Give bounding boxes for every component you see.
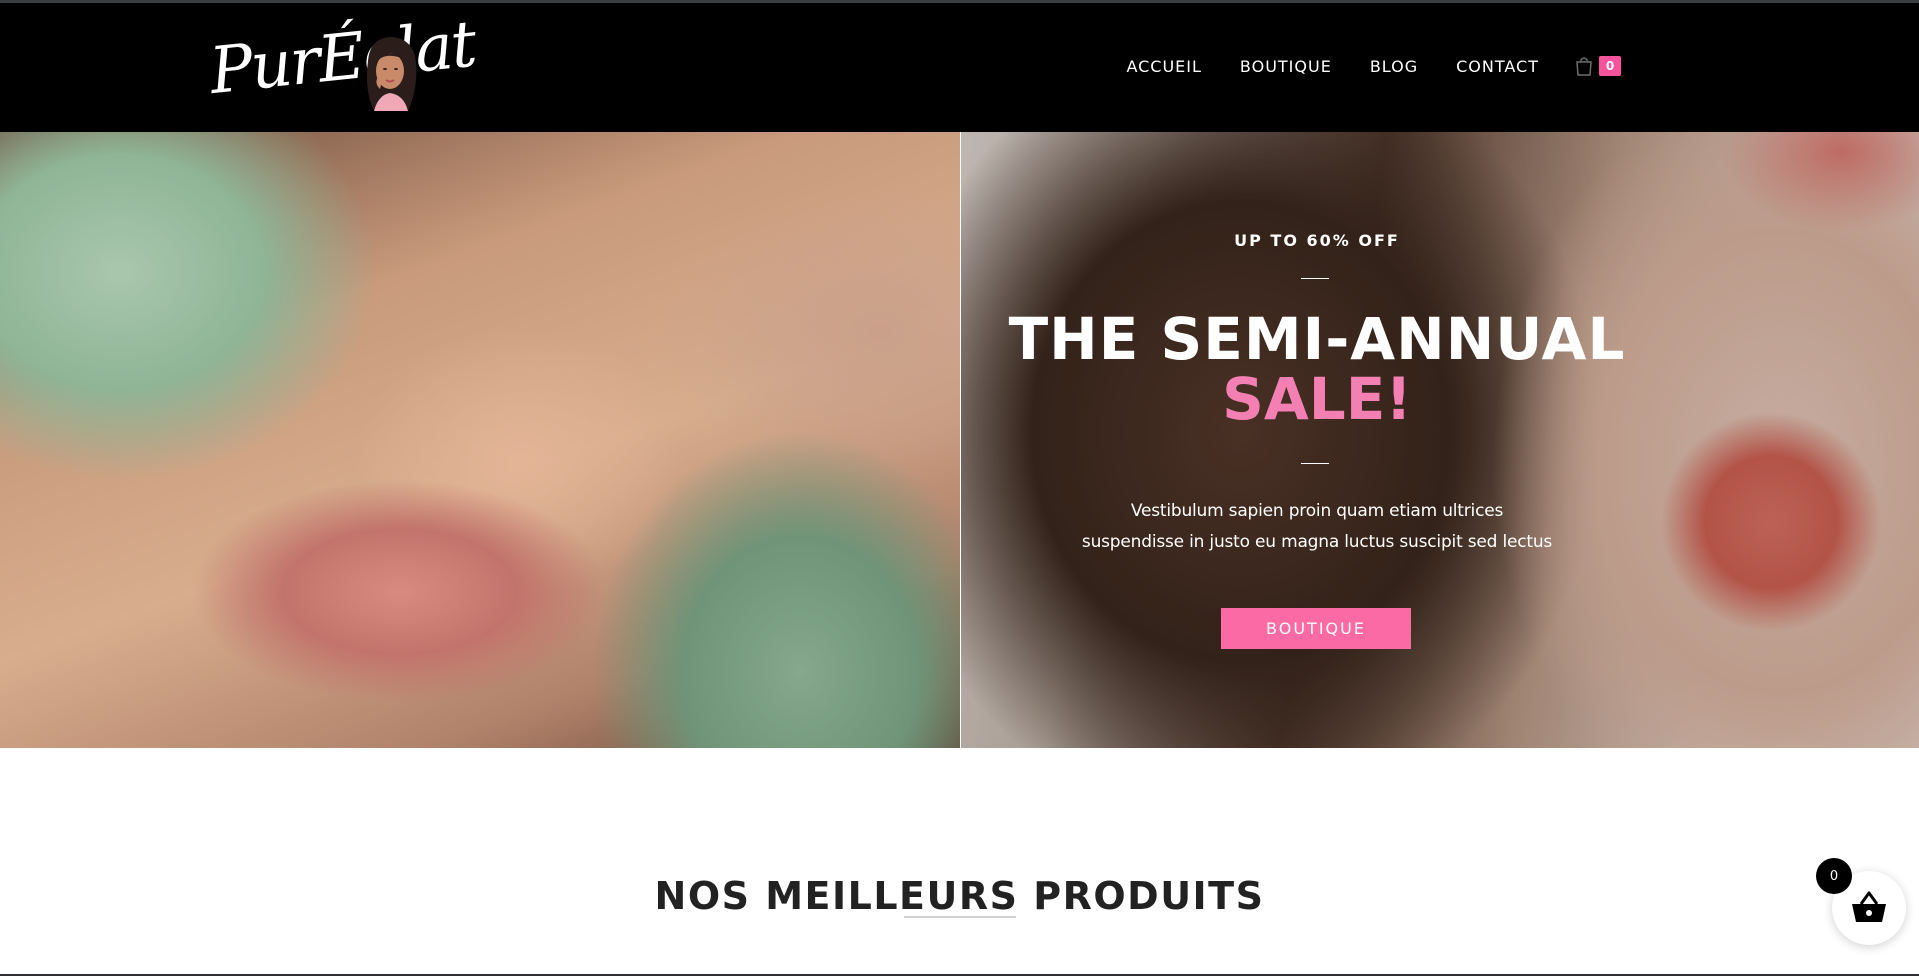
hero-description-line2: suspendisse in justo eu magna luctus sus… xyxy=(1081,532,1553,552)
hero-boutique-button[interactable]: BOUTIQUE xyxy=(1221,608,1411,649)
logo-wordmark: PurÉclat xyxy=(206,7,479,110)
hero-banner: UP TO 60% OFF THE SEMI-ANNUAL SALE! Vest… xyxy=(0,132,1919,748)
hero-description-line1: Vestibulum sapien proin quam etiam ultri… xyxy=(1130,501,1504,521)
nav-contact[interactable]: CONTACT xyxy=(1456,57,1539,76)
nav-boutique[interactable]: BOUTIQUE xyxy=(1240,57,1332,76)
hero-description: Vestibulum sapien proin quam etiam ultri… xyxy=(961,496,1673,558)
section-title-rule xyxy=(904,916,1016,918)
nav-blog[interactable]: BLOG xyxy=(1370,57,1418,76)
floating-cart-count: 0 xyxy=(1816,858,1852,894)
hero-title-line1: THE SEMI-ANNUAL xyxy=(1008,305,1626,373)
hero-divider-top xyxy=(1301,278,1329,279)
cart-count-badge: 0 xyxy=(1599,56,1621,76)
shopping-bag-icon xyxy=(1576,57,1592,76)
basket-icon xyxy=(1852,891,1886,922)
hero-title-line2: SALE! xyxy=(1222,365,1412,433)
hero-divider-bottom xyxy=(1301,463,1329,464)
header-cart-button[interactable]: 0 xyxy=(1575,53,1625,79)
hero-content: UP TO 60% OFF THE SEMI-ANNUAL SALE! Vest… xyxy=(961,132,1673,748)
nav-accueil[interactable]: ACCUEIL xyxy=(1126,57,1201,76)
brand-logo[interactable]: PurÉclat xyxy=(206,8,478,123)
site-header: PurÉclat ACCUEIL BOUTIQUE BLOG CONTACT 0 xyxy=(0,3,1919,132)
hero-image-clay-mask xyxy=(0,132,960,748)
logo-woman-illustration xyxy=(366,37,417,111)
main-nav: ACCUEIL BOUTIQUE BLOG CONTACT 0 xyxy=(1088,53,1625,79)
hero-eyebrow: UP TO 60% OFF xyxy=(1234,231,1400,250)
section-title: NOS MEILLEURS PRODUITS xyxy=(654,873,1265,918)
